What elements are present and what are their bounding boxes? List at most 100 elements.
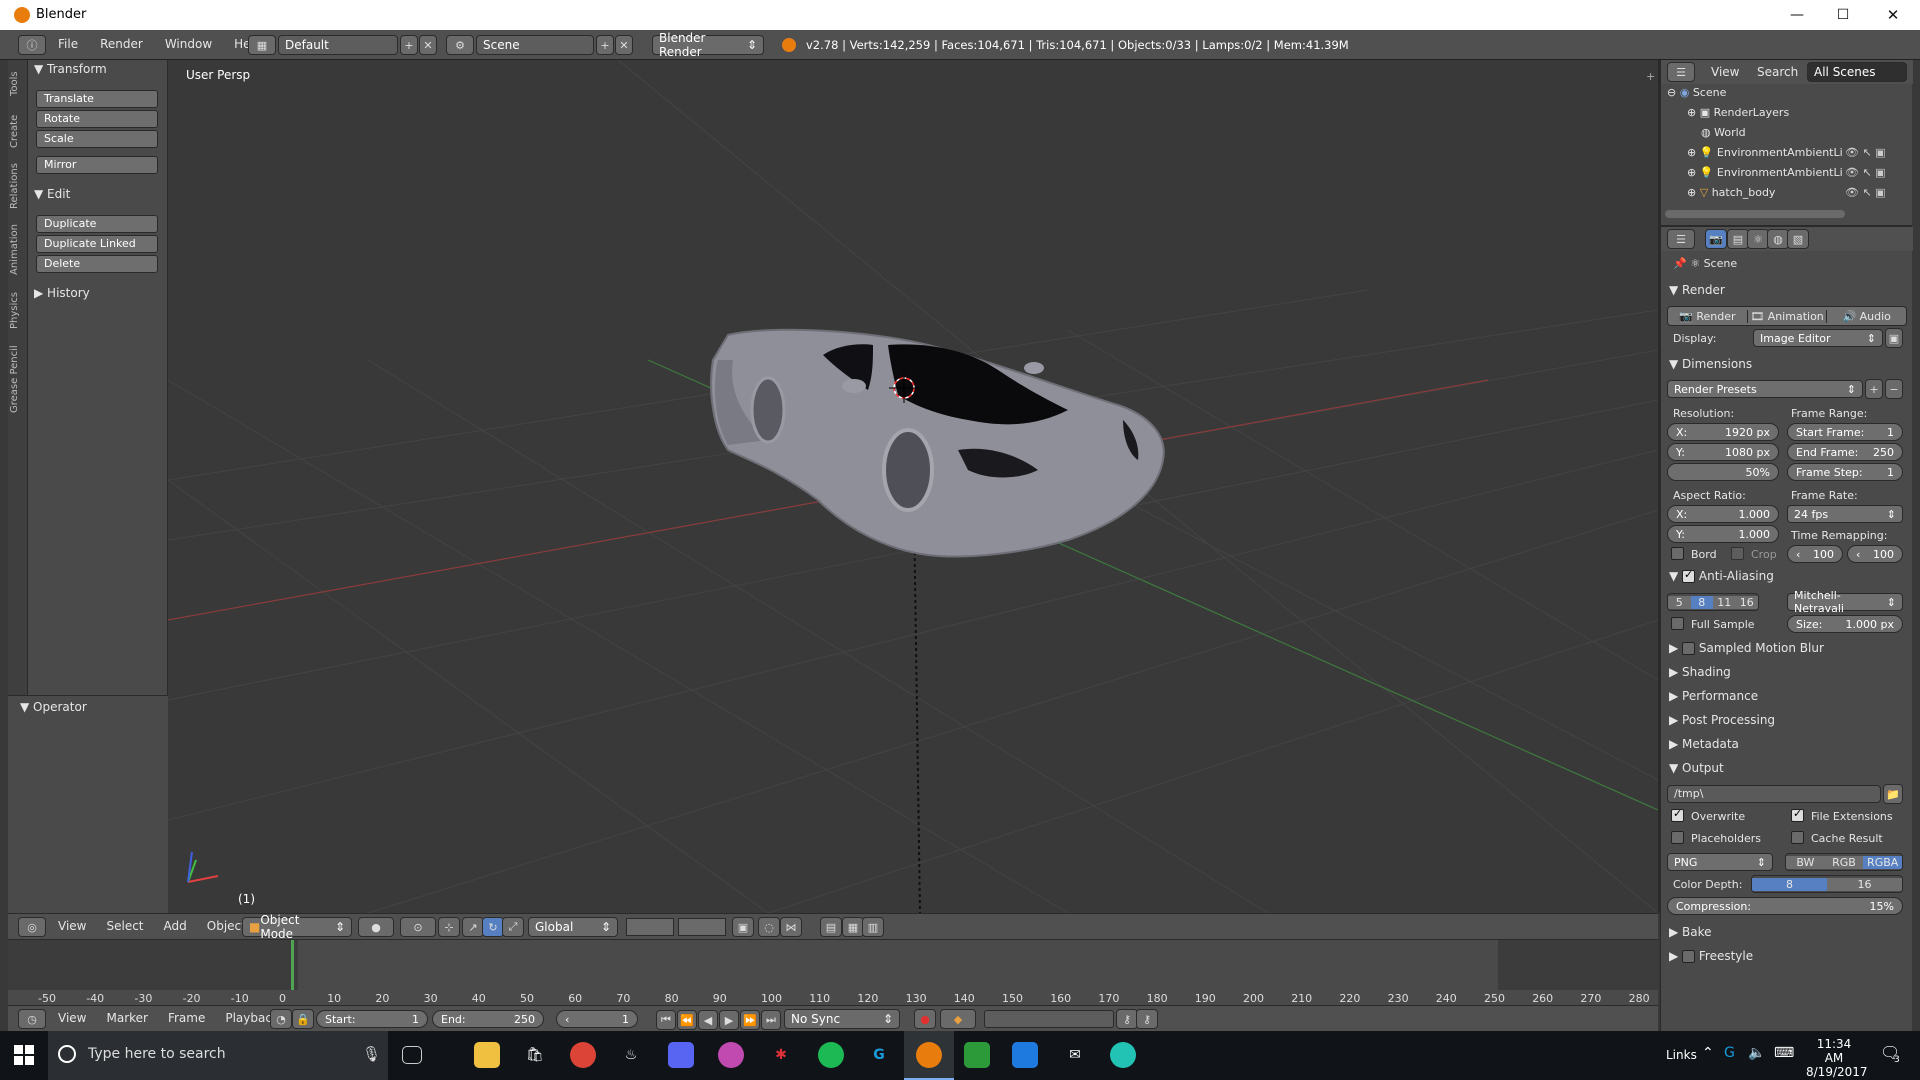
- menu-frame[interactable]: Frame: [168, 1011, 205, 1025]
- viewport-plus-icon[interactable]: +: [1646, 70, 1655, 83]
- visibility-eye-icon[interactable]: 👁 ↖ ▣: [1845, 186, 1886, 199]
- scale-manip-icon[interactable]: ⤢: [502, 917, 524, 937]
- sync-select[interactable]: No Sync ⇕: [784, 1009, 900, 1029]
- davinci-icon[interactable]: ✱: [768, 1042, 794, 1068]
- display-select[interactable]: Image Editor ⇕: [1753, 329, 1883, 347]
- aspect-y-field[interactable]: Y: 1.000: [1667, 525, 1779, 543]
- folder-icon[interactable]: 📁: [1883, 784, 1903, 804]
- color-mode-rgba[interactable]: RGBA: [1863, 855, 1902, 869]
- scene-field[interactable]: Scene: [476, 35, 594, 55]
- layout-field[interactable]: Default: [278, 35, 398, 55]
- post-processing-panel-header[interactable]: ▶ Post Processing: [1669, 713, 1775, 727]
- outliner-item-renderlayers[interactable]: ⊕ ▣ RenderLayers: [1687, 106, 1789, 119]
- motion-blur-checkbox[interactable]: [1682, 642, 1696, 655]
- steam-icon[interactable]: ♨: [618, 1042, 644, 1068]
- taskbar-search-box[interactable]: Type here to search 🎙: [48, 1031, 388, 1080]
- aa-sample-5[interactable]: 5: [1668, 595, 1691, 609]
- freestyle-checkbox[interactable]: [1682, 950, 1696, 963]
- end-frame-field[interactable]: End: 250: [432, 1010, 544, 1028]
- menu-window[interactable]: Window: [165, 37, 212, 51]
- aspect-x-field[interactable]: X: 1.000: [1667, 505, 1779, 523]
- tab-animation[interactable]: Animation: [9, 218, 27, 282]
- maximize-button[interactable]: ☐: [1820, 0, 1866, 30]
- snap-icon[interactable]: ⋈: [780, 917, 802, 937]
- render-animation-icon[interactable]: ▥: [862, 917, 884, 937]
- dimensions-panel-header[interactable]: ▼ Dimensions: [1669, 357, 1752, 371]
- menu-view[interactable]: View: [58, 919, 86, 933]
- menu-marker[interactable]: Marker: [106, 1011, 147, 1025]
- scene-icon[interactable]: ⚙: [446, 35, 474, 55]
- lock-interface-icon[interactable]: ▣: [1885, 328, 1903, 348]
- shading-sphere-icon[interactable]: ●: [358, 917, 394, 937]
- resolution-percent-field[interactable]: 50%: [1667, 463, 1779, 481]
- motion-blur-panel-header[interactable]: ▶ Sampled Motion Blur: [1669, 641, 1824, 655]
- file-extensions-checkbox[interactable]: [1791, 807, 1804, 822]
- outliner-filter-select[interactable]: All Scenes: [1807, 62, 1907, 82]
- crop-checkbox[interactable]: [1731, 547, 1744, 560]
- visibility-eye-icon[interactable]: 👁 ↖ ▣: [1845, 166, 1886, 179]
- full-sample-checkbox[interactable]: [1671, 617, 1684, 630]
- keying-set-icon[interactable]: ◆: [940, 1009, 976, 1029]
- tab-tools[interactable]: Tools: [9, 64, 27, 104]
- audio-button[interactable]: 🔊 Audio: [1826, 309, 1906, 323]
- scene-tab-icon[interactable]: ⚛: [1747, 229, 1769, 249]
- close-button[interactable]: ✕: [1866, 0, 1920, 30]
- layout-grid-icon[interactable]: ▦: [248, 35, 276, 55]
- windows-start-icon[interactable]: [14, 1045, 34, 1065]
- volume-mute-icon[interactable]: 🔈: [1748, 1045, 1765, 1061]
- frame-step-field[interactable]: Frame Step: 1: [1787, 463, 1903, 481]
- animation-button[interactable]: 🎞 Animation: [1746, 309, 1827, 323]
- discord-icon[interactable]: [668, 1042, 694, 1068]
- time-remap-new-field[interactable]: ‹ 100: [1847, 545, 1903, 563]
- minimize-button[interactable]: —: [1774, 0, 1820, 30]
- task-view-icon[interactable]: [402, 1046, 422, 1064]
- logitech-tray-icon[interactable]: G: [1724, 1045, 1735, 1061]
- shading-panel-header[interactable]: ▶ Shading: [1669, 665, 1731, 679]
- frame-rate-select[interactable]: 24 fps ⇕: [1787, 505, 1903, 523]
- layout-remove-icon[interactable]: ✕: [419, 35, 437, 55]
- aa-sample-16[interactable]: 16: [1735, 595, 1758, 609]
- file-explorer-icon[interactable]: [474, 1042, 500, 1068]
- menu-add[interactable]: Add: [164, 919, 187, 933]
- resolution-y-field[interactable]: Y: 1080 px: [1667, 443, 1779, 461]
- keyboard-icon[interactable]: ⌨: [1774, 1045, 1794, 1061]
- jump-end-icon[interactable]: ⏭: [761, 1010, 781, 1030]
- insert-keyframe-icon[interactable]: ⚷: [1116, 1009, 1138, 1029]
- anti-aliasing-checkbox[interactable]: [1682, 568, 1696, 583]
- aa-sample-8[interactable]: 8: [1690, 595, 1713, 609]
- menu-view[interactable]: View: [58, 1011, 86, 1025]
- chevron-up-icon[interactable]: ⌃: [1702, 1045, 1714, 1061]
- blender-taskbar-icon[interactable]: [916, 1042, 942, 1068]
- delete-button[interactable]: Delete: [36, 255, 158, 273]
- mirror-button[interactable]: Mirror: [36, 156, 158, 174]
- tab-create[interactable]: Create: [9, 108, 27, 154]
- anti-aliasing-panel-header[interactable]: ▼ Anti-Aliasing: [1669, 568, 1774, 583]
- start-frame-field[interactable]: Start Frame: 1: [1787, 423, 1903, 441]
- keying-set-field[interactable]: [984, 1010, 1114, 1028]
- pivot-icon[interactable]: ⊙: [400, 917, 436, 937]
- performance-panel-header[interactable]: ▶ Performance: [1669, 689, 1758, 703]
- playhead[interactable]: [291, 940, 294, 990]
- render-button[interactable]: 📷 Render: [1668, 310, 1747, 323]
- mode-select[interactable]: ■ Object Mode ⇕: [242, 913, 352, 941]
- color-depth-8[interactable]: 8: [1752, 877, 1827, 891]
- render-tab-icon[interactable]: 📷: [1705, 229, 1727, 249]
- pin-icon[interactable]: 📌: [1673, 257, 1687, 270]
- outliner-item-hatch-body[interactable]: ⊕ ▽ hatch_body: [1687, 186, 1775, 199]
- layout-add-icon[interactable]: +: [400, 35, 418, 55]
- metadata-panel-header[interactable]: ▶ Metadata: [1669, 737, 1739, 751]
- car-model[interactable]: [710, 328, 1165, 558]
- bake-panel-header[interactable]: ▶ Bake: [1669, 925, 1712, 939]
- editor-type-icon[interactable]: ◷: [18, 1009, 46, 1029]
- xbox-icon[interactable]: [964, 1042, 990, 1068]
- outliner-menu-view[interactable]: View: [1711, 65, 1739, 79]
- scale-button[interactable]: Scale: [36, 130, 158, 148]
- placeholders-checkbox[interactable]: [1671, 831, 1684, 844]
- clock[interactable]: 11:34 AM 8/19/2017: [1806, 1037, 1868, 1079]
- chrome-icon[interactable]: [570, 1042, 596, 1068]
- render-preview-icon[interactable]: ▤: [820, 917, 842, 937]
- outliner-item-scene[interactable]: ⊖ ◉ Scene: [1667, 86, 1726, 99]
- tab-physics[interactable]: Physics: [9, 286, 27, 336]
- scene-add-icon[interactable]: +: [596, 35, 614, 55]
- border-checkbox[interactable]: [1671, 547, 1684, 560]
